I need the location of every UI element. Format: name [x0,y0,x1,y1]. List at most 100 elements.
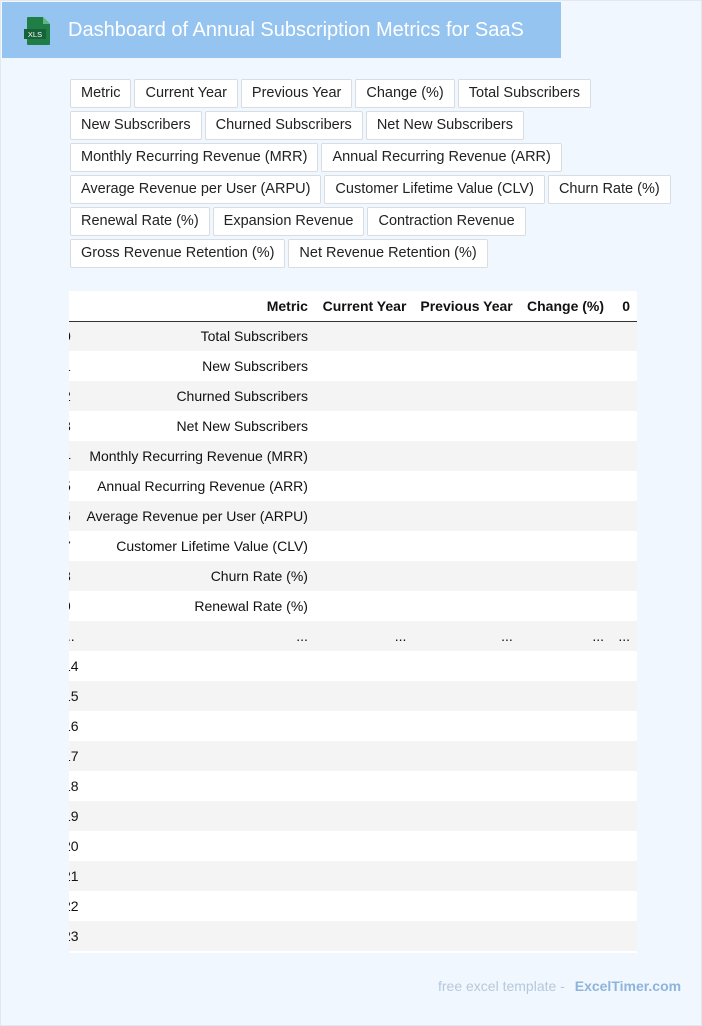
table-cell [611,921,637,951]
table-cell: Average Revenue per User (ARPU) [78,501,315,531]
page-title: Dashboard of Annual Subscription Metrics… [68,19,524,41]
table-cell [314,891,414,921]
table-cell [611,681,637,711]
table-cell [611,411,637,441]
row-index: 9 [69,598,71,614]
chip-metric[interactable]: Metric [70,79,132,108]
change-header: Change (%) [519,291,612,322]
table-cell: Net New Subscribers [78,411,315,441]
chip-customer-lifetime-value-clv[interactable]: Customer Lifetime Value (CLV) [324,175,545,204]
table-cell [314,561,414,591]
excel-file-icon: XLS [24,17,50,45]
footer-prefix: free excel template - [438,978,565,994]
table-cell [413,321,520,351]
table-cell [314,741,414,771]
table-cell [611,711,637,741]
table-cell: Total Subscribers [78,321,315,351]
table-cell [314,771,414,801]
table-cell [611,441,637,471]
table-row: 19 [69,801,637,831]
table-cell [519,591,612,621]
footer-brand-link[interactable]: ExcelTimer.com [575,978,681,994]
data-table-container[interactable]: Metric Current Year Previous Year Change (%… [69,291,637,953]
row-index: 5 [69,478,71,494]
row-index: 3 [69,418,71,434]
chip-average-revenue-per-user-arpu[interactable]: Average Revenue per User (ARPU) [70,175,322,204]
table-cell [314,381,414,411]
table-cell [314,321,414,351]
table-cell [78,681,315,711]
table-row: 17 [69,741,637,771]
table-cell [413,381,520,411]
table-cell [314,441,414,471]
table-cell [314,501,414,531]
chip-expansion-revenue[interactable]: Expansion Revenue [212,207,365,236]
chip-previous-year[interactable]: Previous Year [240,79,353,108]
row-index: 14 [69,658,79,674]
row-index: 23 [69,928,79,944]
table-cell [314,801,414,831]
table-cell [78,771,315,801]
table-cell [519,381,612,411]
chip-net-new-subscribers[interactable]: Net New Subscribers [365,111,524,140]
row-index: ... [69,628,75,644]
chip-annual-recurring-revenue-arr[interactable]: Annual Recurring Revenue (ARR) [321,143,562,172]
chip-gross-revenue-retention[interactable]: Gross Revenue Retention (%) [70,239,286,268]
table-cell [519,681,612,711]
row-index: 1 [69,358,71,374]
chip-renewal-rate[interactable]: Renewal Rate (%) [70,207,210,236]
row-index: 20 [69,838,79,854]
table-row: 4 Monthly Recurring Revenue (MRR) [69,441,637,471]
chip-change[interactable]: Change (%) [355,79,455,108]
table-cell [78,651,315,681]
table-cell [413,831,520,861]
table-cell [519,771,612,801]
row-index-cell: 0 [69,321,79,351]
row-index-cell: 22 [69,891,79,921]
chip-churn-rate[interactable]: Churn Rate (%) [547,175,671,204]
chip-churned-subscribers[interactable]: Churned Subscribers [204,111,363,140]
table-row: 20 [69,831,637,861]
table-row: 5 Annual Recurring Revenue (ARR) [69,471,637,501]
row-index-cell: 15 [69,681,79,711]
table-cell [413,411,520,441]
row-index-cell: 3 [69,411,79,441]
table-cell [519,351,612,381]
row-index-cell: 18 [69,771,79,801]
row-index: 0 [69,328,71,344]
table-cell [413,531,520,561]
row-index-cell: 2 [69,381,79,411]
table-cell [78,711,315,741]
chip-net-revenue-retention[interactable]: Net Revenue Retention (%) [288,239,488,268]
table-row: 21 [69,861,637,891]
table-cell [519,741,612,771]
table-cell [413,591,520,621]
row-index: 15 [69,688,79,704]
chip-current-year[interactable]: Current Year [134,79,238,108]
table-cell [413,771,520,801]
table-cell [519,471,612,501]
table-row: 22 [69,891,637,921]
column-filter-chips: Metric Current Year Previous Year Change (%… [70,79,680,268]
metric-header: Metric [78,291,315,322]
row-index-cell: 8 [69,561,79,591]
chip-contraction-revenue[interactable]: Contraction Revenue [367,207,526,236]
table-cell: Annual Recurring Revenue (ARR) [78,471,315,501]
row-index-cell: ... [69,621,79,651]
table-cell [314,681,414,711]
table-cell [413,561,520,591]
table-cell: Renewal Rate (%) [78,591,315,621]
table-cell [413,921,520,951]
chip-monthly-recurring-revenue-mrr[interactable]: Monthly Recurring Revenue (MRR) [70,143,319,172]
table-cell: New Subscribers [78,351,315,381]
page-frame: XLS Dashboard of Annual Subscription Met… [0,0,702,1026]
table-cell [78,831,315,861]
chip-total-subscribers[interactable]: Total Subscribers [457,79,591,108]
row-index: 19 [69,808,79,824]
table-row: 15 [69,681,637,711]
table-row: .................. [69,621,637,651]
chip-new-subscribers[interactable]: New Subscribers [70,111,202,140]
index-header [69,291,79,322]
table-cell: Churned Subscribers [78,381,315,411]
row-index-cell: 7 [69,531,79,561]
